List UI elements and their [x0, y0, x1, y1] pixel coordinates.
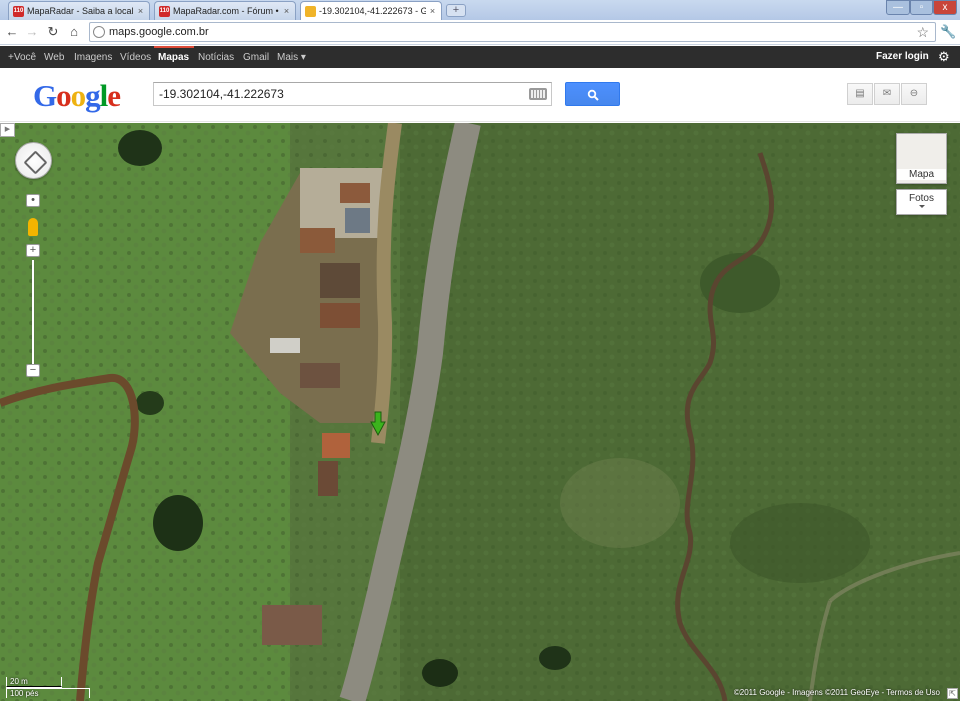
wrench-icon[interactable]: 🔧 [940, 24, 956, 40]
close-tab-icon[interactable]: × [282, 6, 291, 16]
browser-tab-1[interactable]: 110 MapaRadar - Saiba a localizaç × [8, 1, 150, 20]
satellite-imagery [0, 123, 960, 701]
minimize-button[interactable]: — [886, 0, 910, 15]
tab-title: MapaRadar - Saiba a localizaç [27, 6, 134, 16]
pegman-icon[interactable] [28, 218, 38, 236]
zoom-out-button[interactable]: − [26, 364, 40, 377]
close-window-button[interactable]: x [933, 0, 957, 15]
copyright-text[interactable]: ©2011 Google - Imagens ©2011 GeoEye - Te… [734, 688, 940, 697]
gbar-link-mais[interactable]: Mais ▾ [277, 52, 306, 63]
zoom-reset-button[interactable]: • [26, 194, 40, 207]
logo-letter: g [85, 78, 100, 113]
scale-imperial-label: 100 pés [10, 689, 39, 698]
maximize-button[interactable]: ▫ [910, 0, 933, 15]
printer-icon: ▤ [855, 88, 865, 99]
zoom-slider-track[interactable] [32, 260, 34, 372]
browser-tab-3[interactable]: -19.302104,-41.222673 - Goo × [300, 1, 442, 20]
link-icon: ⊖ [909, 88, 919, 99]
gbar-link-imagens[interactable]: Imagens [74, 52, 112, 63]
google-logo[interactable]: Google [33, 78, 121, 114]
search-button[interactable] [565, 82, 620, 106]
maptype-map-label: Mapa [897, 169, 946, 180]
login-link[interactable]: Fazer login [876, 51, 929, 62]
zoom-in-button[interactable]: + [26, 244, 40, 257]
gbar-link-noticias[interactable]: Notícias [198, 52, 234, 63]
forward-arrow-icon[interactable]: → [24, 24, 40, 40]
address-bar[interactable]: maps.google.com.br ☆ [89, 22, 936, 42]
gbar-link-gmail[interactable]: Gmail [243, 52, 269, 63]
bookmark-star-icon[interactable]: ☆ [916, 24, 929, 41]
back-arrow-icon[interactable]: ← [4, 24, 20, 40]
gbar-link-videos[interactable]: Vídeos [120, 52, 151, 63]
browser-tab-2[interactable]: 110 MapaRadar.com - Fórum • Edi × [154, 1, 296, 20]
maptype-map-button[interactable]: Mapa [896, 133, 947, 184]
expand-panel-icon[interactable]: ▶ [0, 123, 15, 137]
close-tab-icon[interactable]: × [428, 6, 437, 16]
logo-letter: e [107, 78, 121, 113]
browser-toolbar: ← → ↻ ⌂ maps.google.com.br ☆ 🔧 [0, 20, 960, 45]
search-box [153, 82, 552, 106]
print-button[interactable]: ▤ [847, 83, 873, 105]
pan-control[interactable] [15, 142, 52, 179]
gbar-link-mapas[interactable]: Mapas [158, 52, 189, 63]
active-indicator [154, 46, 194, 48]
close-tab-icon[interactable]: × [136, 6, 145, 16]
home-icon[interactable]: ⌂ [66, 24, 82, 40]
logo-letter: G [33, 78, 57, 113]
browser-titlebar: 110 MapaRadar - Saiba a localizaç × 110 … [0, 0, 960, 20]
globe-icon [93, 26, 105, 38]
envelope-icon: ✉ [882, 88, 892, 99]
search-icon [587, 89, 599, 101]
maptype-photos-button[interactable]: Fotos [896, 189, 947, 215]
gbar-link-voce[interactable]: +Você [8, 52, 36, 63]
google-maps-favicon-icon [305, 5, 316, 17]
email-button[interactable]: ✉ [874, 83, 900, 105]
maparadar-favicon-icon: 110 [159, 5, 170, 17]
gear-icon[interactable]: ⚙ [938, 49, 950, 65]
resize-corner-icon[interactable]: ⇱ [947, 688, 958, 699]
link-button[interactable]: ⊖ [901, 83, 927, 105]
keyboard-icon[interactable] [529, 88, 547, 100]
google-bar: +Você Web Imagens Vídeos Mapas Notícias … [0, 46, 960, 68]
logo-letter: o [70, 78, 86, 113]
new-tab-button[interactable]: + [446, 4, 466, 17]
tab-title: -19.302104,-41.222673 - Goo [319, 6, 426, 16]
map-canvas[interactable]: ▶ • + − Mapa Fotos 20 m 100 pés ©2011 Go… [0, 123, 960, 701]
maps-header: Google ▤ ✉ ⊖ [0, 68, 960, 122]
location-marker-icon[interactable] [370, 411, 386, 437]
scale-metric-label: 20 m [10, 677, 28, 686]
url-text: maps.google.com.br [109, 26, 209, 38]
maparadar-favicon-icon: 110 [13, 5, 24, 17]
gbar-link-web[interactable]: Web [44, 52, 64, 63]
search-input[interactable] [154, 83, 514, 105]
scale-bar: 20 m 100 pés [6, 677, 96, 699]
maptype-photos-label: Fotos [908, 193, 934, 204]
reload-icon[interactable]: ↻ [45, 24, 61, 40]
zoom-control: • + − [26, 194, 40, 384]
tab-title: MapaRadar.com - Fórum • Edi [173, 6, 280, 16]
logo-letter: o [56, 78, 71, 113]
